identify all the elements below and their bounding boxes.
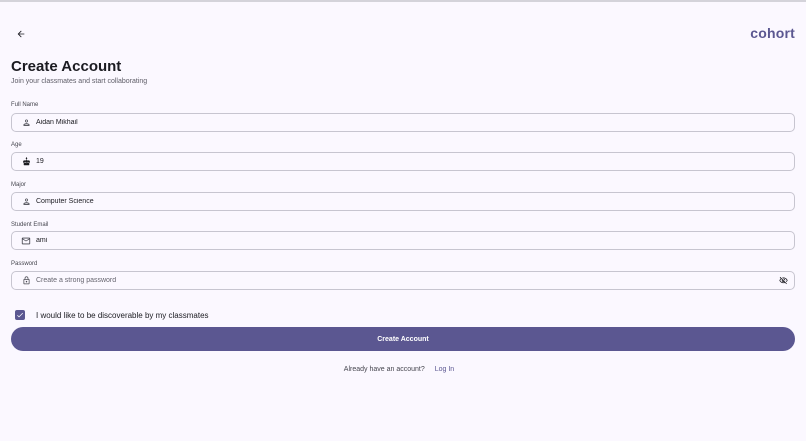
mail-icon bbox=[17, 232, 35, 249]
full-name-input[interactable] bbox=[35, 114, 794, 131]
page-title: Create Account bbox=[11, 58, 122, 75]
age-field[interactable] bbox=[11, 152, 795, 171]
email-label: Student Email bbox=[11, 222, 49, 228]
person-icon bbox=[17, 193, 35, 210]
page-subtitle: Join your classmates and start collabora… bbox=[11, 78, 148, 85]
login-prompt-row: Already have an account? Log In bbox=[0, 366, 798, 373]
create-account-button[interactable]: Create Account bbox=[11, 327, 795, 351]
login-prompt-text: Already have an account? bbox=[343, 366, 425, 373]
major-label: Major bbox=[11, 182, 27, 188]
age-label: Age bbox=[11, 142, 22, 148]
lock-icon bbox=[17, 272, 35, 289]
person-icon bbox=[17, 114, 35, 131]
major-field[interactable] bbox=[11, 192, 795, 211]
arrow-back-icon bbox=[17, 30, 25, 38]
email-field[interactable] bbox=[11, 231, 795, 250]
cake-icon bbox=[17, 153, 35, 170]
age-input[interactable] bbox=[35, 153, 794, 170]
discoverable-option: I would like to be discoverable by my cl… bbox=[15, 310, 209, 320]
eye-off-icon bbox=[778, 276, 788, 285]
login-link[interactable]: Log In bbox=[435, 366, 454, 373]
back-button[interactable] bbox=[11, 24, 31, 44]
password-field[interactable] bbox=[11, 271, 795, 290]
password-input[interactable] bbox=[35, 272, 774, 289]
password-label: Password bbox=[11, 261, 38, 267]
discoverable-label: I would like to be discoverable by my cl… bbox=[36, 310, 209, 320]
top-divider bbox=[0, 0, 806, 2]
email-input[interactable] bbox=[35, 232, 794, 249]
toggle-password-visibility[interactable] bbox=[774, 272, 792, 289]
full-name-field[interactable] bbox=[11, 113, 795, 132]
major-input[interactable] bbox=[35, 193, 794, 210]
brand-logo: cohort bbox=[750, 25, 795, 41]
check-icon bbox=[17, 312, 23, 318]
full-name-label: Full Name bbox=[11, 102, 39, 108]
discoverable-checkbox[interactable] bbox=[15, 310, 25, 320]
